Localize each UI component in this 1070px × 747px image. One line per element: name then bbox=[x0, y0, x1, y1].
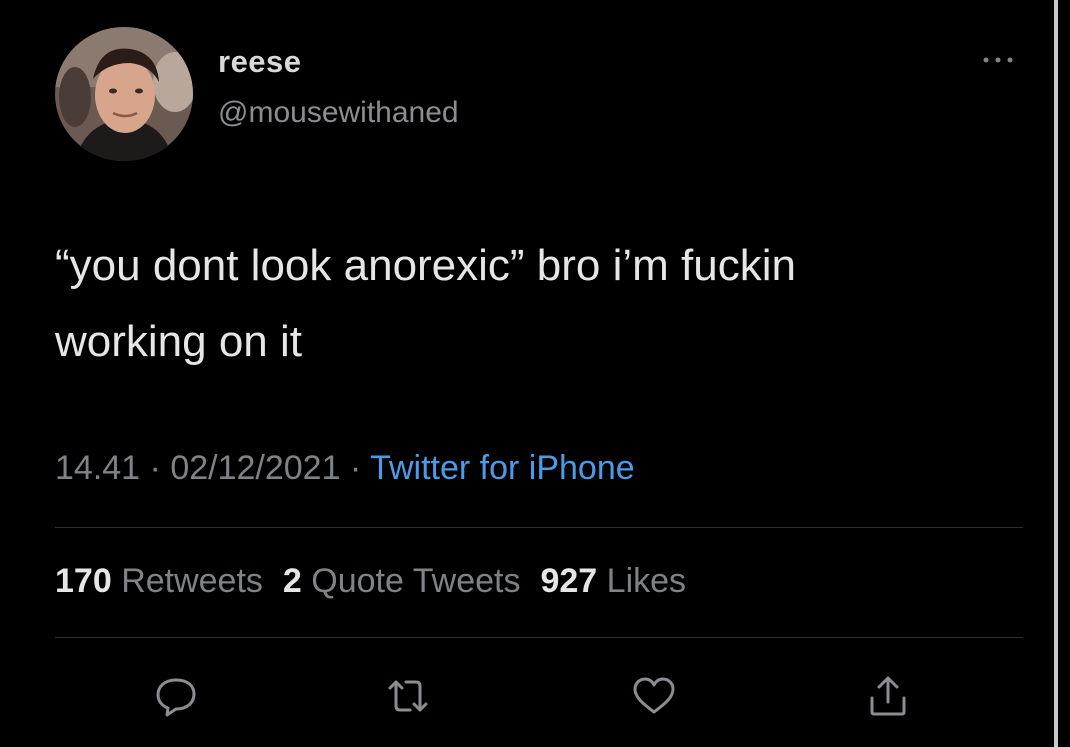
share-button[interactable] bbox=[862, 670, 914, 722]
tweet-text: “you dont look anorexic” bro i’m fuckin … bbox=[55, 241, 796, 366]
divider bbox=[55, 637, 1023, 638]
tweet-metadata: 14.41 · 02/12/2021 · Twitter for iPhone bbox=[55, 449, 635, 488]
quotes-count: 2 bbox=[282, 562, 302, 600]
likes-label: Likes bbox=[606, 562, 687, 600]
retweet-icon bbox=[388, 680, 428, 712]
retweets-count: 170 bbox=[55, 562, 112, 600]
reply-button[interactable] bbox=[150, 670, 202, 722]
avatar-photo bbox=[55, 27, 193, 161]
likes-stat[interactable]: 927 Likes bbox=[540, 562, 686, 600]
display-name[interactable]: reese bbox=[218, 44, 302, 80]
ellipsis-icon[interactable] bbox=[978, 50, 1018, 70]
reply-icon bbox=[156, 678, 196, 717]
like-button[interactable] bbox=[628, 670, 680, 722]
meta-separator: · bbox=[340, 449, 371, 487]
divider bbox=[55, 527, 1023, 528]
likes-count: 927 bbox=[540, 562, 598, 600]
like-icon bbox=[633, 677, 675, 714]
user-handle[interactable]: @mousewithaned bbox=[218, 96, 459, 130]
tweet-date: 02/12/2021 bbox=[170, 449, 341, 487]
tweet-card: reese @mousewithaned “you dont look anor… bbox=[0, 0, 1070, 747]
meta-separator: · bbox=[140, 449, 171, 487]
quotes-label: Quote Tweets bbox=[311, 562, 521, 600]
tweet-time: 14.41 bbox=[55, 449, 141, 487]
retweets-label: Retweets bbox=[121, 562, 263, 600]
retweet-button[interactable] bbox=[382, 670, 434, 722]
share-icon bbox=[870, 676, 906, 716]
quotes-stat[interactable]: 2 Quote Tweets bbox=[283, 562, 521, 600]
retweets-stat[interactable]: 170 Retweets bbox=[55, 562, 263, 600]
scrollbar[interactable] bbox=[1054, 0, 1058, 747]
avatar[interactable] bbox=[55, 27, 193, 161]
tweet-source-link[interactable]: Twitter for iPhone bbox=[370, 449, 635, 487]
tweet-stats: 170 Retweets 2 Quote Tweets 927 Likes bbox=[55, 562, 686, 601]
